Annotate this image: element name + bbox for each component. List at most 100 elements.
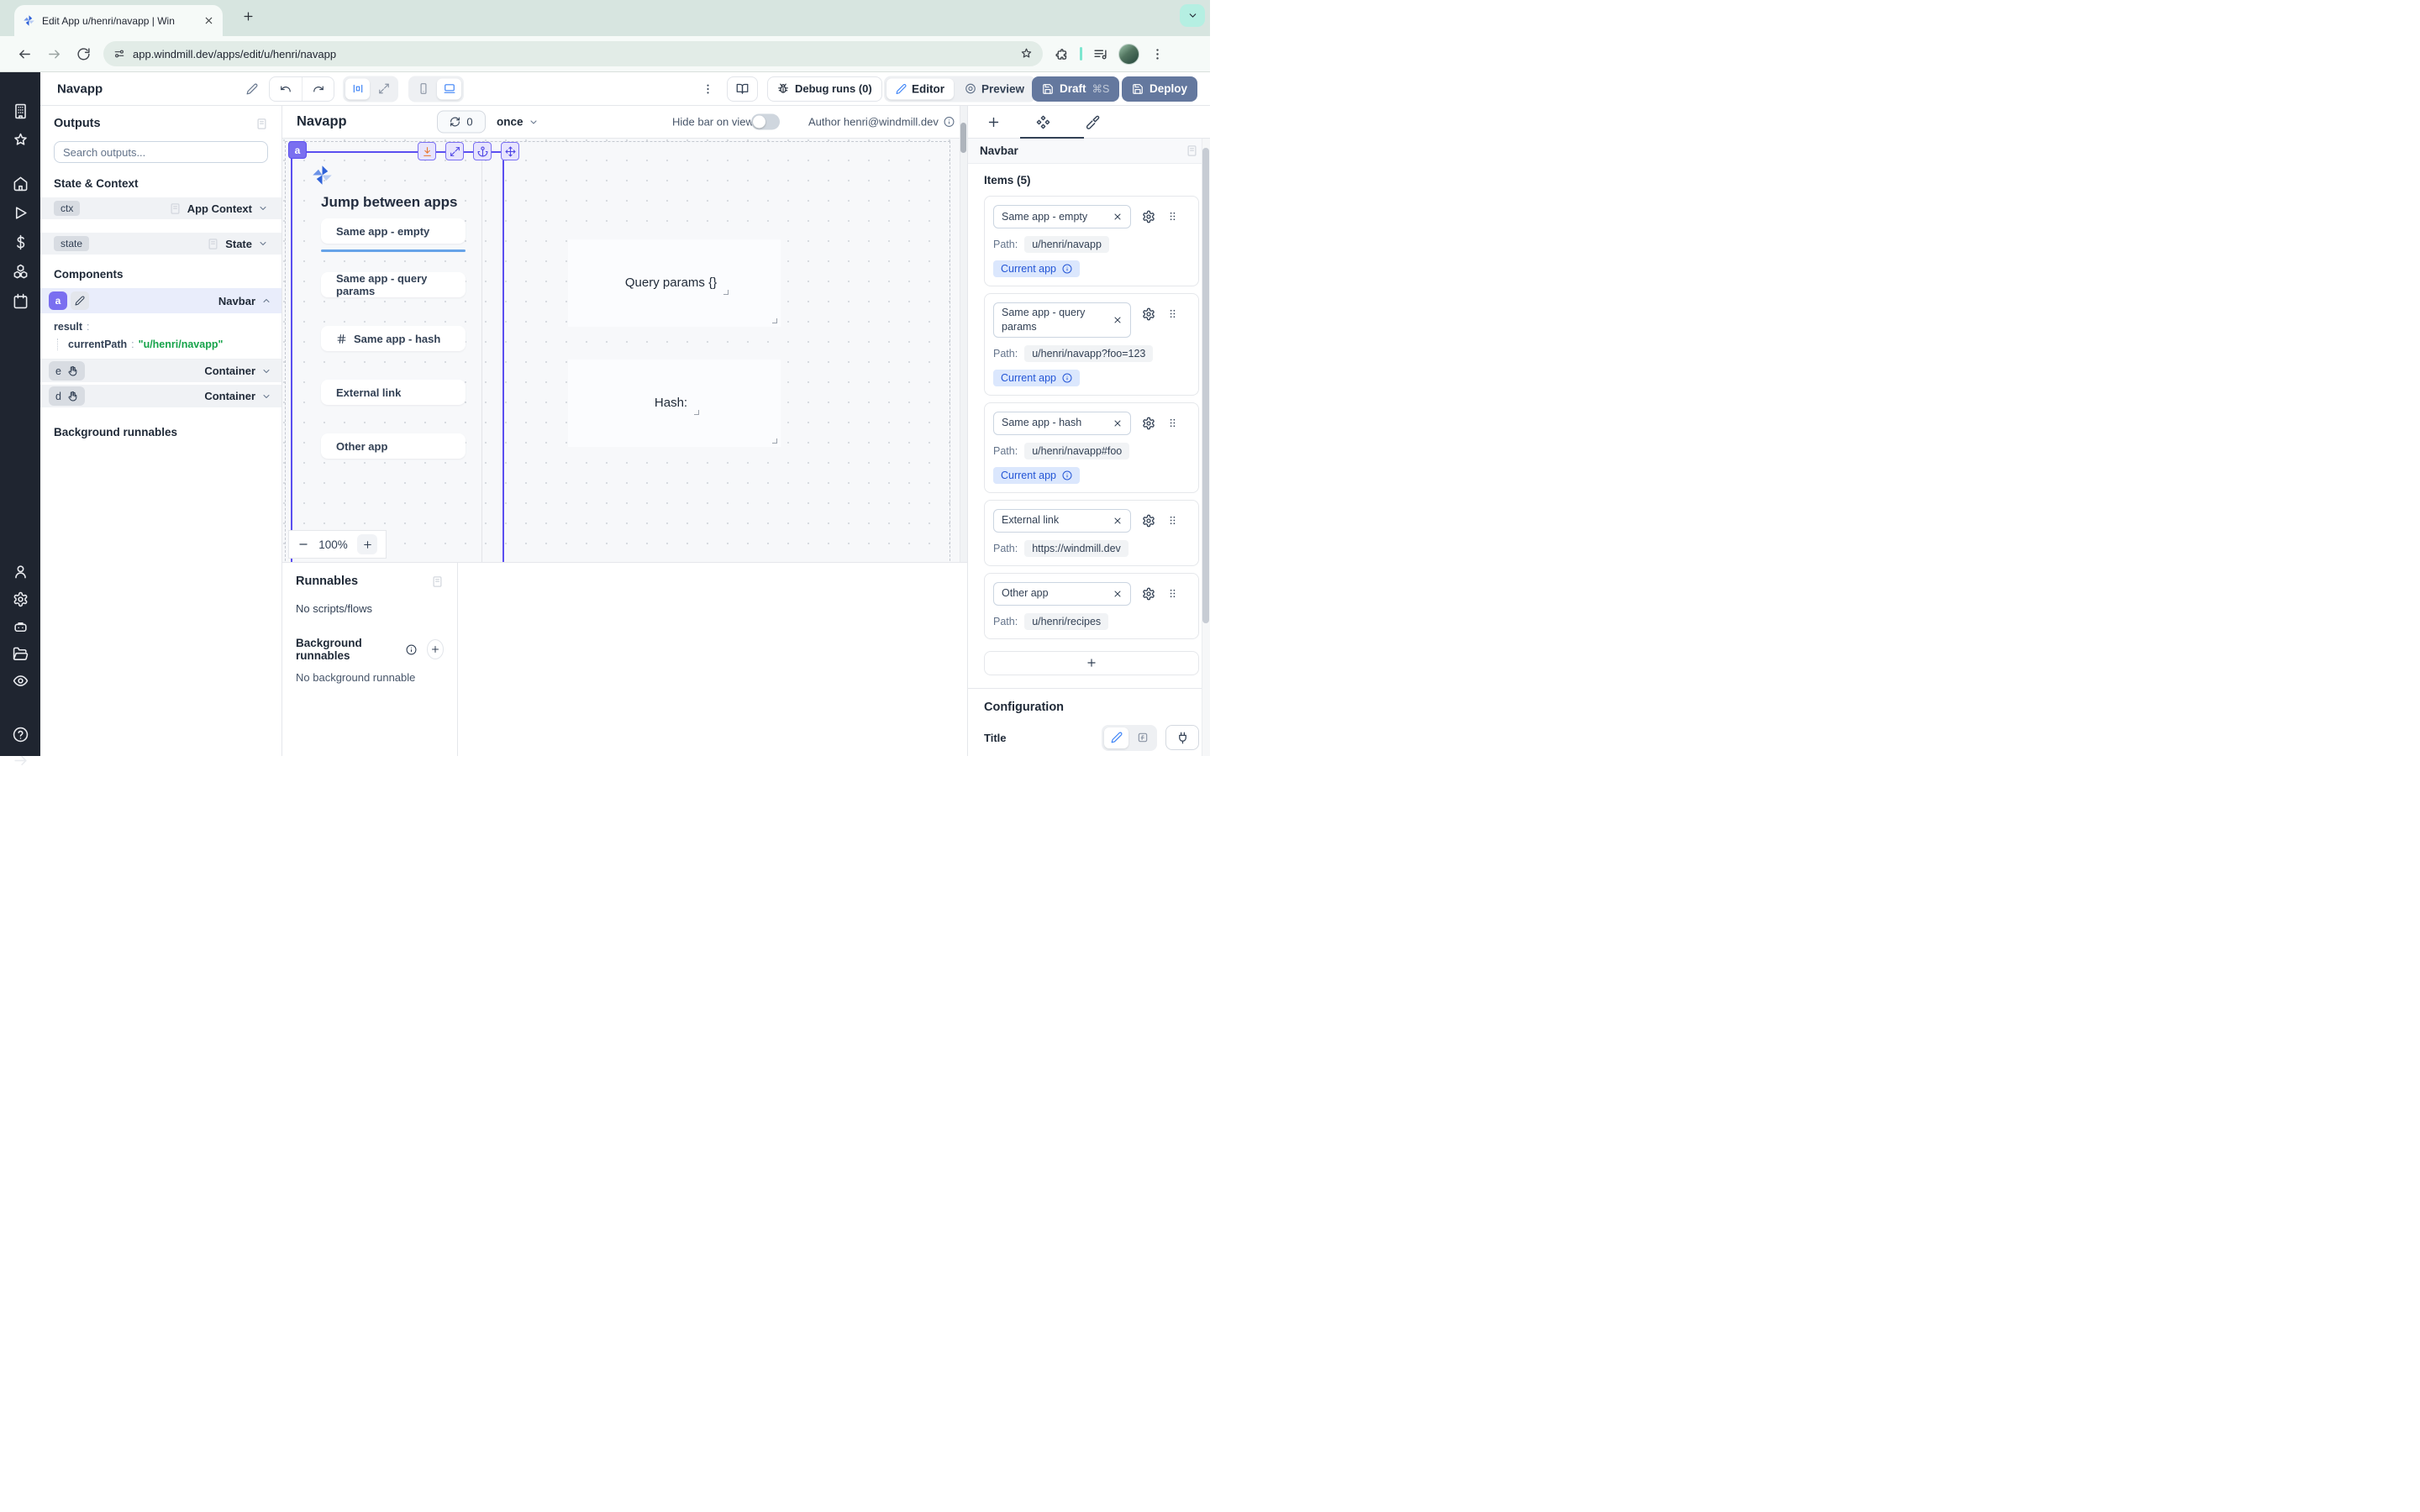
nav-item-hash[interactable]: Same app - hash bbox=[321, 326, 466, 351]
draft-button[interactable]: Draft ⌘S bbox=[1032, 76, 1119, 102]
query-params-container[interactable]: Query params {} bbox=[568, 239, 781, 327]
zoom-in-button[interactable] bbox=[357, 534, 377, 554]
move-button[interactable] bbox=[501, 142, 519, 160]
tab-component-settings[interactable] bbox=[1036, 115, 1050, 129]
item-label-input[interactable]: External link bbox=[993, 509, 1131, 533]
drag-handle-icon[interactable] bbox=[1166, 514, 1179, 527]
expand-down-button[interactable] bbox=[418, 142, 436, 160]
drag-handle-icon[interactable] bbox=[1166, 417, 1179, 429]
item-settings-icon[interactable] bbox=[1142, 210, 1155, 223]
info-icon[interactable] bbox=[1062, 470, 1072, 480]
sidebar-item-workspace[interactable] bbox=[13, 103, 29, 119]
info-icon[interactable] bbox=[944, 117, 955, 128]
resize-handle[interactable] bbox=[694, 410, 699, 415]
info-icon[interactable] bbox=[1062, 264, 1072, 274]
drag-handle-icon[interactable] bbox=[1166, 307, 1179, 320]
hash-container[interactable]: Hash: bbox=[568, 360, 781, 447]
site-settings-icon[interactable] bbox=[113, 48, 125, 60]
scrollbar-thumb[interactable] bbox=[1202, 148, 1209, 623]
component-row-container-e[interactable]: e Container bbox=[40, 360, 281, 382]
clear-icon[interactable] bbox=[1113, 315, 1123, 325]
media-controls-icon[interactable] bbox=[1093, 47, 1107, 61]
desktop-view-button[interactable] bbox=[437, 78, 461, 99]
tab-insert-component[interactable] bbox=[986, 115, 1001, 129]
bookmark-icon[interactable] bbox=[1020, 48, 1033, 60]
forward-button[interactable] bbox=[47, 47, 61, 61]
docs-button[interactable] bbox=[727, 76, 758, 102]
ctx-row[interactable]: ctx App Context bbox=[40, 197, 281, 219]
undo-button[interactable] bbox=[270, 77, 302, 101]
canvas-scrollbar[interactable] bbox=[960, 106, 967, 562]
zoom-out-button[interactable] bbox=[297, 538, 309, 550]
redo-button[interactable] bbox=[302, 77, 334, 101]
chevron-down-icon[interactable] bbox=[261, 391, 271, 402]
settings-scrollbar[interactable] bbox=[1202, 139, 1210, 756]
mobile-view-button[interactable] bbox=[411, 78, 435, 99]
sidebar-item-home[interactable] bbox=[13, 176, 29, 192]
drag-handle-icon[interactable] bbox=[1166, 587, 1179, 600]
anchor-button[interactable] bbox=[473, 142, 492, 160]
add-item-button[interactable] bbox=[984, 651, 1199, 675]
sidebar-item-help[interactable] bbox=[13, 727, 29, 743]
more-options-icon[interactable] bbox=[702, 82, 714, 95]
tab-styling[interactable] bbox=[1086, 115, 1100, 129]
item-label-input[interactable]: Same app - empty bbox=[993, 205, 1131, 228]
nav-item-external-link[interactable]: External link bbox=[321, 380, 466, 405]
scrollbar-thumb[interactable] bbox=[960, 123, 966, 153]
edit-name-icon[interactable] bbox=[246, 83, 258, 95]
resize-handle[interactable] bbox=[723, 290, 729, 295]
navbar-component-selection[interactable]: Jump between apps Same app - empty Same … bbox=[291, 151, 504, 562]
tab-close-icon[interactable] bbox=[203, 15, 214, 26]
panel-doc-icon[interactable] bbox=[1186, 144, 1198, 157]
chevron-up-icon[interactable] bbox=[261, 296, 271, 306]
frequency-dropdown[interactable]: once bbox=[497, 116, 539, 129]
info-icon[interactable] bbox=[1062, 373, 1072, 383]
item-label-input[interactable]: Other app bbox=[993, 582, 1131, 606]
static-value-button[interactable] bbox=[1104, 727, 1128, 748]
chevron-down-icon[interactable] bbox=[258, 203, 268, 213]
clear-icon[interactable] bbox=[1113, 516, 1123, 526]
panel-doc-icon[interactable] bbox=[255, 118, 268, 130]
preview-tab[interactable]: Preview bbox=[955, 78, 1034, 99]
state-row[interactable]: state State bbox=[40, 233, 281, 255]
fill-height-button[interactable] bbox=[445, 142, 464, 160]
nav-item-query-params[interactable]: Same app - query params bbox=[321, 272, 466, 297]
fullscreen-layout-button[interactable] bbox=[371, 78, 396, 99]
browser-menu-icon[interactable] bbox=[1150, 47, 1165, 61]
item-settings-icon[interactable] bbox=[1142, 587, 1155, 601]
sidebar-item-resources[interactable] bbox=[13, 264, 29, 280]
centered-layout-button[interactable] bbox=[345, 78, 370, 99]
sidebar-item-settings[interactable] bbox=[13, 591, 29, 607]
sidebar-item-folders[interactable] bbox=[13, 646, 29, 662]
back-button[interactable] bbox=[18, 47, 32, 61]
drag-handle-icon[interactable] bbox=[1166, 210, 1179, 223]
sidebar-item-runs[interactable] bbox=[13, 205, 29, 221]
sidebar-item-schedules[interactable] bbox=[13, 293, 29, 309]
nav-item-other-app[interactable]: Other app bbox=[321, 433, 466, 459]
canvas[interactable]: a Jump between apps Same app - empty Sam… bbox=[282, 139, 967, 562]
sidebar-item-workers[interactable] bbox=[13, 619, 29, 635]
chevron-down-icon[interactable] bbox=[261, 366, 271, 376]
debug-runs-button[interactable]: Debug runs (0) bbox=[767, 76, 882, 102]
sidebar-item-users[interactable] bbox=[13, 564, 29, 580]
new-tab-button[interactable] bbox=[242, 10, 255, 23]
sidebar-item-variables[interactable] bbox=[13, 234, 29, 250]
component-row-container-d[interactable]: d Container bbox=[40, 385, 281, 407]
resize-handle[interactable] bbox=[772, 318, 777, 323]
component-row-navbar[interactable]: a Navbar bbox=[40, 288, 281, 313]
item-settings-icon[interactable] bbox=[1142, 514, 1155, 528]
hide-bar-toggle[interactable] bbox=[751, 114, 780, 130]
browser-tab[interactable]: Edit App u/henri/navapp | Win bbox=[14, 5, 223, 36]
address-bar[interactable]: app.windmill.dev/apps/edit/u/henri/navap… bbox=[103, 41, 1043, 66]
reload-button[interactable] bbox=[76, 47, 91, 61]
item-label-input[interactable]: Same app - query params bbox=[993, 302, 1131, 338]
connect-button[interactable] bbox=[1165, 725, 1199, 750]
selected-component-tag[interactable]: a bbox=[288, 141, 307, 159]
item-label-input[interactable]: Same app - hash bbox=[993, 412, 1131, 435]
profile-avatar[interactable] bbox=[1118, 44, 1139, 65]
refresh-count-button[interactable]: 0 bbox=[437, 111, 486, 134]
editor-tab[interactable]: Editor bbox=[886, 78, 954, 99]
chevron-down-icon[interactable] bbox=[258, 239, 268, 249]
nav-item-same-app-empty[interactable]: Same app - empty bbox=[321, 218, 466, 244]
clear-icon[interactable] bbox=[1113, 212, 1123, 222]
